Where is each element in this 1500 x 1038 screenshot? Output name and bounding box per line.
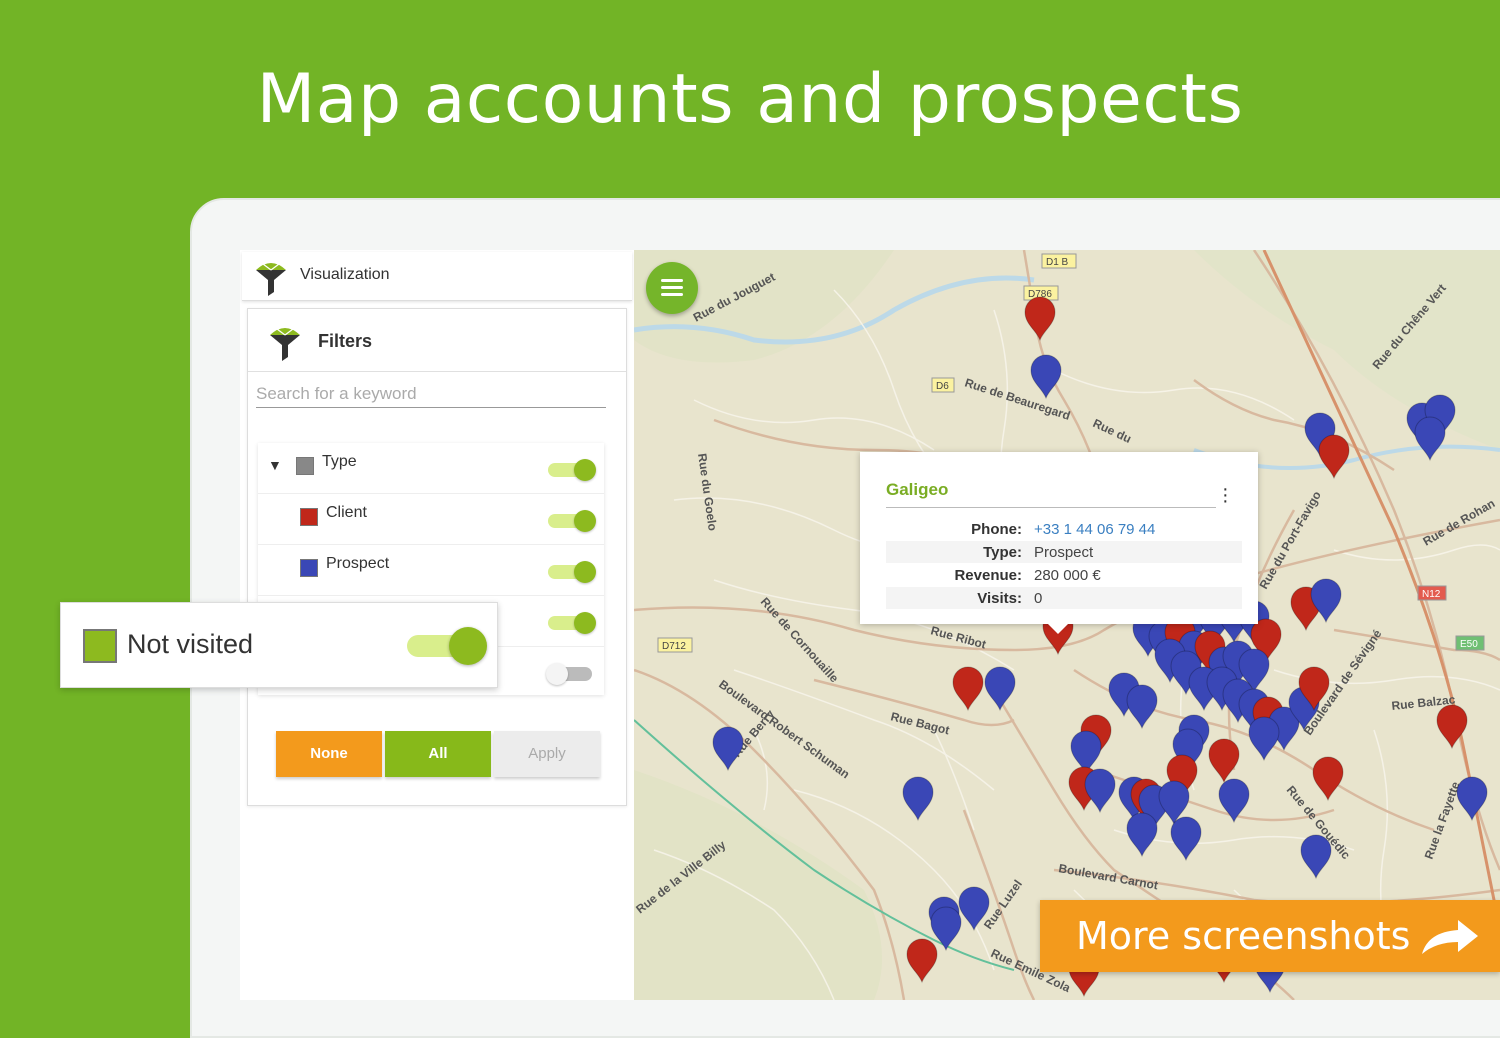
visualization-header[interactable]: Visualization: [242, 252, 632, 301]
more-screenshots-label: More screenshots: [1076, 914, 1411, 958]
type-swatch: [296, 457, 314, 475]
field-key: Phone:: [971, 521, 1022, 538]
arrow-right-icon: [1422, 920, 1478, 954]
filter-funnel-icon: [270, 328, 300, 361]
field-key: Type:: [983, 544, 1022, 561]
filter-label-client: Client: [326, 504, 367, 521]
prospect-marker[interactable]: [1248, 716, 1280, 762]
apply-button[interactable]: Apply: [494, 731, 600, 777]
filter-row-prospect[interactable]: Prospect: [258, 545, 604, 596]
client-marker[interactable]: [1312, 756, 1344, 802]
none-button[interactable]: None: [276, 731, 382, 777]
not-visited-label: Not visited: [127, 629, 254, 659]
prospect-marker[interactable]: [958, 886, 990, 932]
filter-label-prospect: Prospect: [326, 555, 390, 572]
field-key: Visits:: [977, 590, 1022, 607]
client-marker[interactable]: [952, 666, 984, 712]
filter-label-type: Type: [322, 453, 357, 470]
page-headline: Map accounts and prospects: [256, 60, 1244, 139]
field-key: Revenue:: [954, 567, 1022, 584]
filter-row-type[interactable]: ▼ Type: [258, 443, 604, 494]
client-toggle[interactable]: [548, 510, 596, 532]
prospect-marker[interactable]: [1126, 684, 1158, 730]
prospect-marker[interactable]: [712, 726, 744, 772]
prospect-marker[interactable]: [1126, 812, 1158, 858]
not-visited-swatch: [83, 629, 117, 663]
caret-down-icon[interactable]: ▼: [268, 457, 282, 473]
client-marker[interactable]: [1318, 434, 1350, 480]
client-marker[interactable]: [1208, 738, 1240, 784]
visits-toggle[interactable]: [548, 612, 596, 634]
keyword-search-input[interactable]: [256, 381, 606, 408]
client-marker[interactable]: [1436, 704, 1468, 750]
client-marker[interactable]: [1024, 296, 1056, 342]
prospect-marker[interactable]: [930, 906, 962, 952]
client-marker[interactable]: [906, 938, 938, 984]
filters-panel: Filters ▼ Type Client Prospect: [247, 308, 627, 806]
field-value: 0: [1034, 590, 1043, 607]
popup-title: Galigeo: [886, 480, 949, 499]
field-value: 280 000 €: [1034, 567, 1101, 584]
divider: [886, 507, 1216, 508]
divider: [248, 371, 626, 372]
popup-field-visits: Visits: 0: [886, 587, 1242, 609]
prospect-marker[interactable]: [984, 666, 1016, 712]
map-view[interactable]: Rue du Jouguet Rue de Beauregard Rue du …: [634, 250, 1500, 1000]
type-toggle[interactable]: [548, 459, 596, 481]
prospect-marker[interactable]: [902, 776, 934, 822]
prospect-marker[interactable]: [1084, 768, 1116, 814]
more-screenshots-button[interactable]: More screenshots: [1040, 900, 1500, 972]
not-visited-filter-callout: Not visited: [60, 602, 498, 688]
prospect-marker[interactable]: [1456, 776, 1488, 822]
visualization-title: Visualization: [300, 266, 390, 283]
phone-link[interactable]: +33 1 44 06 79 44: [1034, 521, 1155, 538]
prospect-toggle[interactable]: [548, 561, 596, 583]
filter-row-client[interactable]: Client: [258, 494, 604, 545]
popup-field-revenue: Revenue: 280 000 €: [886, 564, 1242, 586]
account-popup: Galigeo · · · Phone: +33 1 44 06 79 44 Typ…: [860, 452, 1258, 634]
filter-funnel-icon: [256, 263, 286, 296]
field-value: Prospect: [1034, 544, 1094, 561]
popup-field-type: Type: Prospect: [886, 541, 1242, 563]
not-visited-toggle[interactable]: [407, 625, 489, 665]
prospect-marker[interactable]: [1170, 816, 1202, 862]
more-vert-icon[interactable]: · · ·: [1222, 479, 1229, 511]
filters-title: Filters: [318, 331, 373, 351]
prospect-marker[interactable]: [1218, 778, 1250, 824]
prospect-marker[interactable]: [1300, 834, 1332, 880]
popup-field-phone: Phone: +33 1 44 06 79 44: [886, 518, 1242, 540]
prospect-swatch: [300, 559, 318, 577]
all-button[interactable]: All: [385, 731, 491, 777]
client-swatch: [300, 508, 318, 526]
prospect-marker[interactable]: [1030, 354, 1062, 400]
other-toggle[interactable]: [546, 663, 596, 685]
prospect-marker[interactable]: [1414, 416, 1446, 462]
